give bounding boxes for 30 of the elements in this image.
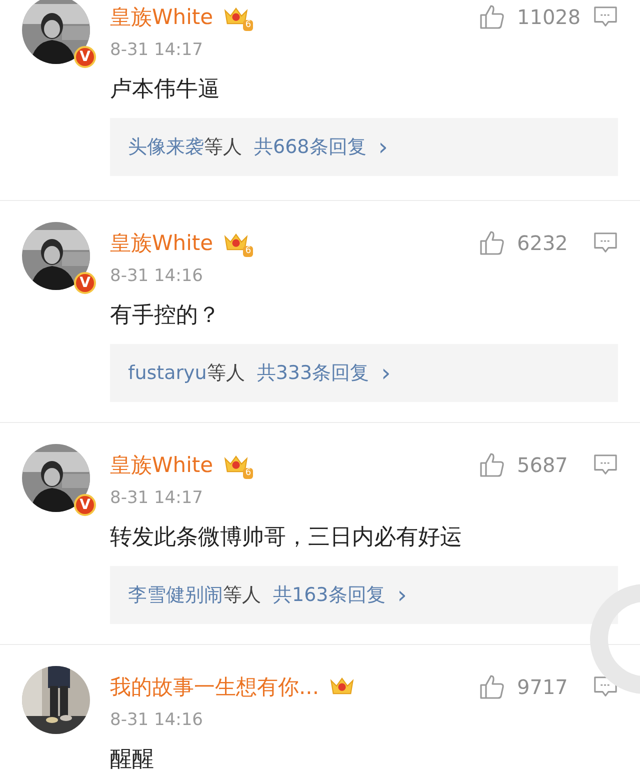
comment-text: 有手控的？ (110, 302, 221, 330)
comment-time: 8-31 14:16 (110, 266, 204, 286)
verified-badge: V (74, 46, 96, 68)
replies-link[interactable]: 头像来袭等人 共668条回复 › (110, 118, 618, 176)
thumbs-up-icon[interactable] (479, 4, 505, 30)
like-count: 11028 (517, 5, 582, 29)
comment-text: 转发此条微博帅哥，三日内必有好运 (110, 524, 463, 552)
like-count: 5687 (517, 453, 569, 477)
verified-badge: V (74, 272, 96, 294)
comment-icon[interactable] (593, 231, 618, 255)
comment-icon[interactable] (593, 453, 618, 477)
thumbs-up-icon[interactable] (479, 674, 505, 700)
thumbs-up-icon[interactable] (479, 230, 505, 256)
username[interactable]: 皇族White (110, 3, 214, 31)
comment-text: 卢本伟牛逼 (110, 76, 221, 104)
comment-time: 8-31 14:17 (110, 488, 204, 508)
username[interactable]: 我的故事一生想有你... (110, 673, 320, 701)
username[interactable]: 皇族White (110, 451, 214, 479)
username[interactable]: 皇族White (110, 229, 214, 257)
replies-link[interactable]: 李雪健别闹等人 共163条回复 › (110, 566, 618, 624)
comment-time: 8-31 14:17 (110, 40, 204, 60)
verified-badge: V (74, 494, 96, 516)
comment-text: 醒醒 (110, 746, 155, 774)
comment-icon[interactable] (593, 675, 618, 699)
like-count: 9717 (517, 675, 569, 699)
comment-icon[interactable] (593, 5, 618, 29)
replies-link[interactable]: fustaryu等人 共333条回复 › (110, 344, 618, 402)
comment-time: 8-31 14:16 (110, 710, 204, 730)
like-count: 6232 (517, 231, 569, 255)
thumbs-up-icon[interactable] (479, 452, 505, 478)
